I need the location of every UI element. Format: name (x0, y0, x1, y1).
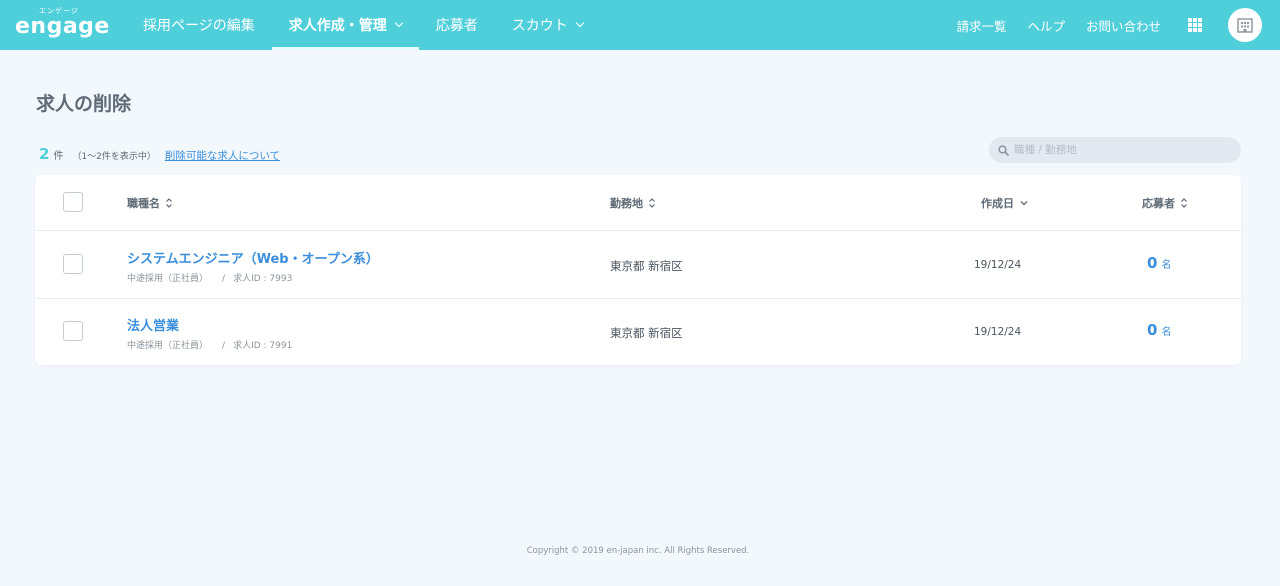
nav-item-label: 採用ページの編集 (143, 18, 255, 34)
contact-link[interactable]: お問い合わせ (1086, 16, 1161, 35)
applicant-count-number[interactable]: 0 (1147, 321, 1157, 339)
created-date: 19/12/24 (974, 326, 1022, 338)
billing-link[interactable]: 請求一覧 (956, 16, 1006, 35)
result-count-unit: 件 (53, 151, 64, 162)
job-meta: 中途採用（正社員） / 求人ID : 7993 (127, 271, 292, 284)
table-header-row: 職種名 勤務地 作成日 応募者 (35, 175, 1241, 231)
header-label: 作成日 (981, 197, 1014, 210)
row-select-checkbox[interactable] (63, 321, 83, 341)
result-count: 2 (39, 145, 50, 163)
chevron-down-icon (394, 18, 403, 28)
nav-item-job-management[interactable]: 求人作成・管理 (271, 0, 419, 50)
nav-item-applicants[interactable]: 応募者 (419, 0, 495, 50)
nav-item-scout[interactable]: スカウト (495, 0, 600, 50)
applicant-count: 0 名 (1147, 254, 1171, 272)
header-label: 応募者 (1142, 197, 1175, 210)
job-title-link[interactable]: システムエンジニア（Web・オープン系） (127, 248, 379, 267)
jobs-table: 職種名 勤務地 作成日 応募者 システムエンジニア（Web・オープン系） 中途採… (35, 175, 1241, 365)
deletable-jobs-info-link[interactable]: 削除可能な求人について (165, 148, 280, 163)
help-link[interactable]: ヘルプ (1027, 16, 1065, 35)
job-id: 求人ID : 7991 (233, 341, 293, 351)
result-range: （1〜2件を表示中） (72, 152, 156, 162)
header-right-nav: 請求一覧 ヘルプ お問い合わせ (956, 0, 1280, 50)
job-search-box (989, 137, 1241, 163)
sort-location-header[interactable]: 勤務地 (610, 195, 656, 211)
job-meta: 中途採用（正社員） / 求人ID : 7991 (127, 338, 292, 351)
meta-separator: / (222, 341, 226, 351)
top-header: エンゲージ engage 採用ページの編集 求人作成・管理 応募者 スカウト 請… (0, 0, 1280, 50)
job-location: 東京都 新宿区 (610, 259, 683, 273)
job-title-link[interactable]: 法人営業 (127, 315, 179, 334)
table-row: システムエンジニア（Web・オープン系） 中途採用（正社員） / 求人ID : 79… (35, 232, 1241, 299)
building-icon (1237, 18, 1253, 33)
result-summary: 2 件 （1〜2件を表示中） 削除可能な求人について (39, 145, 280, 163)
sort-icon (649, 198, 655, 208)
company-avatar[interactable] (1228, 8, 1262, 42)
created-date: 19/12/24 (974, 259, 1022, 271)
nav-item-label: 応募者 (435, 18, 478, 34)
select-all-checkbox[interactable] (63, 192, 83, 212)
main-nav: 採用ページの編集 求人作成・管理 応募者 スカウト (126, 0, 600, 50)
page-title: 求人の削除 (36, 93, 132, 115)
sort-created-date-header[interactable]: 作成日 (981, 195, 1029, 211)
header-label: 勤務地 (610, 197, 643, 210)
applicant-count-unit: 名 (1161, 260, 1172, 271)
table-row: 法人営業 中途採用（正社員） / 求人ID : 7991 東京都 新宿区 19/12… (35, 299, 1241, 366)
footer-copyright: Copyright © 2019 en-japan inc. All Right… (526, 546, 750, 556)
apps-grid-icon[interactable] (1188, 18, 1202, 32)
job-location: 東京都 新宿区 (610, 326, 683, 340)
job-id: 求人ID : 7993 (233, 274, 293, 284)
logo-wordmark: engage (15, 14, 110, 39)
search-input[interactable] (1014, 144, 1234, 156)
applicant-count: 0 名 (1147, 321, 1171, 339)
sort-applicants-header[interactable]: 応募者 (1142, 195, 1188, 211)
chevron-down-icon (575, 18, 584, 28)
sort-icon (1181, 198, 1187, 208)
sort-icon (166, 198, 172, 208)
nav-item-label: 求人作成・管理 (288, 18, 387, 34)
header-label: 職種名 (127, 197, 160, 210)
row-select-checkbox[interactable] (63, 254, 83, 274)
nav-item-label: スカウト (511, 18, 568, 34)
search-icon (998, 144, 1009, 156)
employment-type: 中途採用（正社員） (127, 274, 209, 284)
employment-type: 中途採用（正社員） (127, 341, 209, 351)
meta-separator: / (222, 274, 226, 284)
applicant-count-unit: 名 (1161, 327, 1172, 338)
nav-item-recruit-page-edit[interactable]: 採用ページの編集 (126, 0, 272, 50)
chevron-down-icon (1020, 201, 1028, 206)
applicant-count-number[interactable]: 0 (1147, 254, 1157, 272)
sort-job-title-header[interactable]: 職種名 (127, 195, 173, 211)
engage-logo[interactable]: エンゲージ engage (15, 6, 109, 46)
